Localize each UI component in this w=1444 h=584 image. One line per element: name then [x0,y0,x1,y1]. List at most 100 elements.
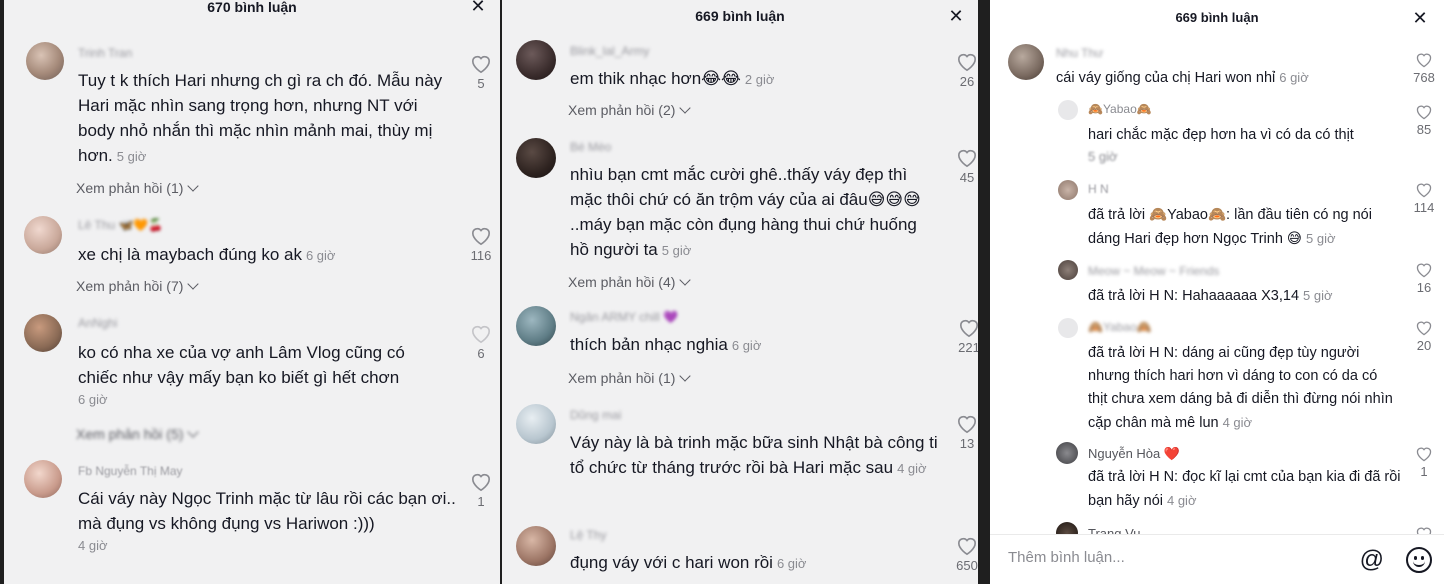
like-button[interactable]: 650 [952,536,978,573]
like-button[interactable]: 116 [466,226,496,263]
comment-text: đã trả lời 🙈Yabao🙈: lần đầu tiên có ng n… [1088,204,1408,251]
avatar[interactable] [516,306,556,346]
comment-username[interactable]: Blink_lal_Army [570,44,649,58]
like-button[interactable]: 768 [1409,52,1439,85]
comment-username[interactable]: Nguyễn Hòa ❤️ [1088,446,1180,462]
avatar[interactable] [1056,442,1078,464]
avatar[interactable] [26,42,64,80]
comment-input[interactable]: Thêm bình luận... [1008,549,1125,566]
like-button[interactable]: 114 [1409,182,1439,215]
chevron-down-icon [187,426,200,438]
comment-username[interactable]: Trinh Tran [78,46,132,60]
view-replies-button[interactable]: Xem phản hồi (5) [76,426,200,442]
like-count: 26 [959,74,975,89]
comment-time: 5 giờ [116,149,147,164]
view-replies-button[interactable]: Xem phản hồi (4) [568,274,692,290]
avatar[interactable] [516,404,556,444]
heart-icon [957,537,977,556]
comment-username[interactable]: 🙈Yabao🙈 [1088,102,1152,116]
like-count: 116 [470,248,492,263]
comment-username[interactable]: H N [1088,182,1109,196]
heart-icon [471,55,491,74]
comment-text: Cái váy này Ngọc Trinh mặc từ lâu rồi cá… [78,486,458,556]
comment-body: đã trả lời H N: Hahaaaaaa X3,14 [1088,288,1300,304]
view-replies-button[interactable]: Xem phản hồi (1) [568,370,692,386]
heart-icon [957,415,977,434]
avatar[interactable] [516,138,556,178]
comment-body: Cái váy này Ngọc Trinh mặc từ lâu rồi cá… [78,489,456,533]
comment-time: 4 giờ [78,538,108,553]
comment-username[interactable]: Lê Thu 🦋🧡🍒 [78,218,163,232]
comment-time: 6 giờ [78,392,108,407]
like-button[interactable]: 221 [954,318,978,355]
avatar[interactable] [516,40,556,80]
comment-text: đã trả lời H N: đọc kĩ lại cmt của bạn k… [1088,466,1408,513]
comment-body: cái váy giống của chị Hari won nhỉ [1056,70,1276,86]
like-count: 6 [477,346,485,361]
comment-count-title: 669 bình luận [1175,10,1259,25]
like-button[interactable]: 6 [466,324,496,361]
avatar[interactable] [516,526,556,566]
close-icon[interactable]: ✕ [1408,0,1432,34]
view-replies-button[interactable]: Xem phản hồi (1) [76,180,200,196]
like-button[interactable]: 13 [952,414,978,451]
comment-body: đụng váy với c hari won rồi [570,553,773,572]
chevron-down-icon [187,180,200,192]
avatar[interactable] [24,216,62,254]
avatar[interactable] [1058,100,1078,120]
like-button[interactable]: 85 [1409,104,1439,137]
comment-username[interactable]: Nhu Thư [1056,46,1103,60]
avatar[interactable] [1058,260,1078,280]
avatar[interactable] [1058,318,1078,338]
comment-time: 5 giờ [661,243,692,258]
comment-body: em thik nhạc hơn😂😂 [570,69,741,88]
comment-time: 5 giờ [1303,288,1333,303]
like-button[interactable]: 16 [1409,262,1439,295]
comment-text: xe chị là maybach đúng ko ak 6 giờ [78,242,448,268]
close-icon[interactable]: ✕ [466,0,490,24]
avatar[interactable] [1058,180,1078,200]
like-button[interactable]: 1 [1409,446,1439,479]
comment-username[interactable]: 🙈Yabao🙈 [1088,320,1152,334]
heart-icon [471,473,491,492]
comments-panel-3: 669 bình luận ✕ Nhu Thư cái váy giống củ… [990,0,1444,584]
view-replies-button[interactable]: Xem phản hồi (7) [76,278,200,294]
view-replies-label: Xem phản hồi (5) [76,426,184,442]
like-count: 650 [956,558,978,573]
heart-icon [957,149,977,168]
comment-time: 5 giờ [1306,231,1336,246]
like-count: 114 [1413,200,1435,215]
view-replies-button[interactable]: Xem phản hồi (2) [568,102,692,118]
like-button[interactable]: 45 [952,148,978,185]
like-button[interactable]: 20 [1409,320,1439,353]
comment-text: Váy này là bà trinh mặc bữa sinh Nhật bà… [570,430,940,481]
at-icon[interactable]: @ [1360,546,1384,574]
heart-icon [959,319,978,338]
avatar[interactable] [24,314,62,352]
comments-panel-1: 670 bình luận ✕ Trinh Tran Tuy t k thích… [4,0,500,584]
avatar[interactable] [24,460,62,498]
chevron-down-icon [187,278,200,290]
comment-time: 5 giờ [1088,149,1118,164]
comment-text: đã trả lời H N: dáng ai cũng đẹp tùy ngư… [1088,342,1398,435]
like-button[interactable]: 1 [466,472,496,509]
comment-username[interactable]: Dũng mai [570,408,621,422]
comment-username[interactable]: AnNghi [78,316,117,330]
comment-time: 6 giờ [1279,70,1309,85]
comment-text: đã trả lời H N: Hahaaaaaa X3,14 5 giờ [1088,284,1408,308]
like-button[interactable]: 26 [952,52,978,89]
comment-username[interactable]: Bé Mèo [570,140,611,154]
avatar[interactable] [1008,44,1044,80]
emoji-icon[interactable] [1406,547,1432,573]
close-icon[interactable]: ✕ [944,0,968,34]
like-button[interactable]: 5 [466,54,496,91]
comment-username[interactable]: Lệ Thy [570,528,606,542]
heart-icon [1416,105,1432,120]
comment-count-title: 670 bình luận [207,0,297,15]
comment-username[interactable]: Fb Nguyễn Thị May [78,464,183,478]
comment-time: 4 giờ [1222,415,1253,430]
heart-icon [471,325,491,344]
comment-username[interactable]: Meow ~ Meow ~ Friends [1088,264,1219,278]
comment-time: 6 giờ [776,556,807,571]
comment-username[interactable]: Ngân ARMY chill 💜 [570,310,678,324]
